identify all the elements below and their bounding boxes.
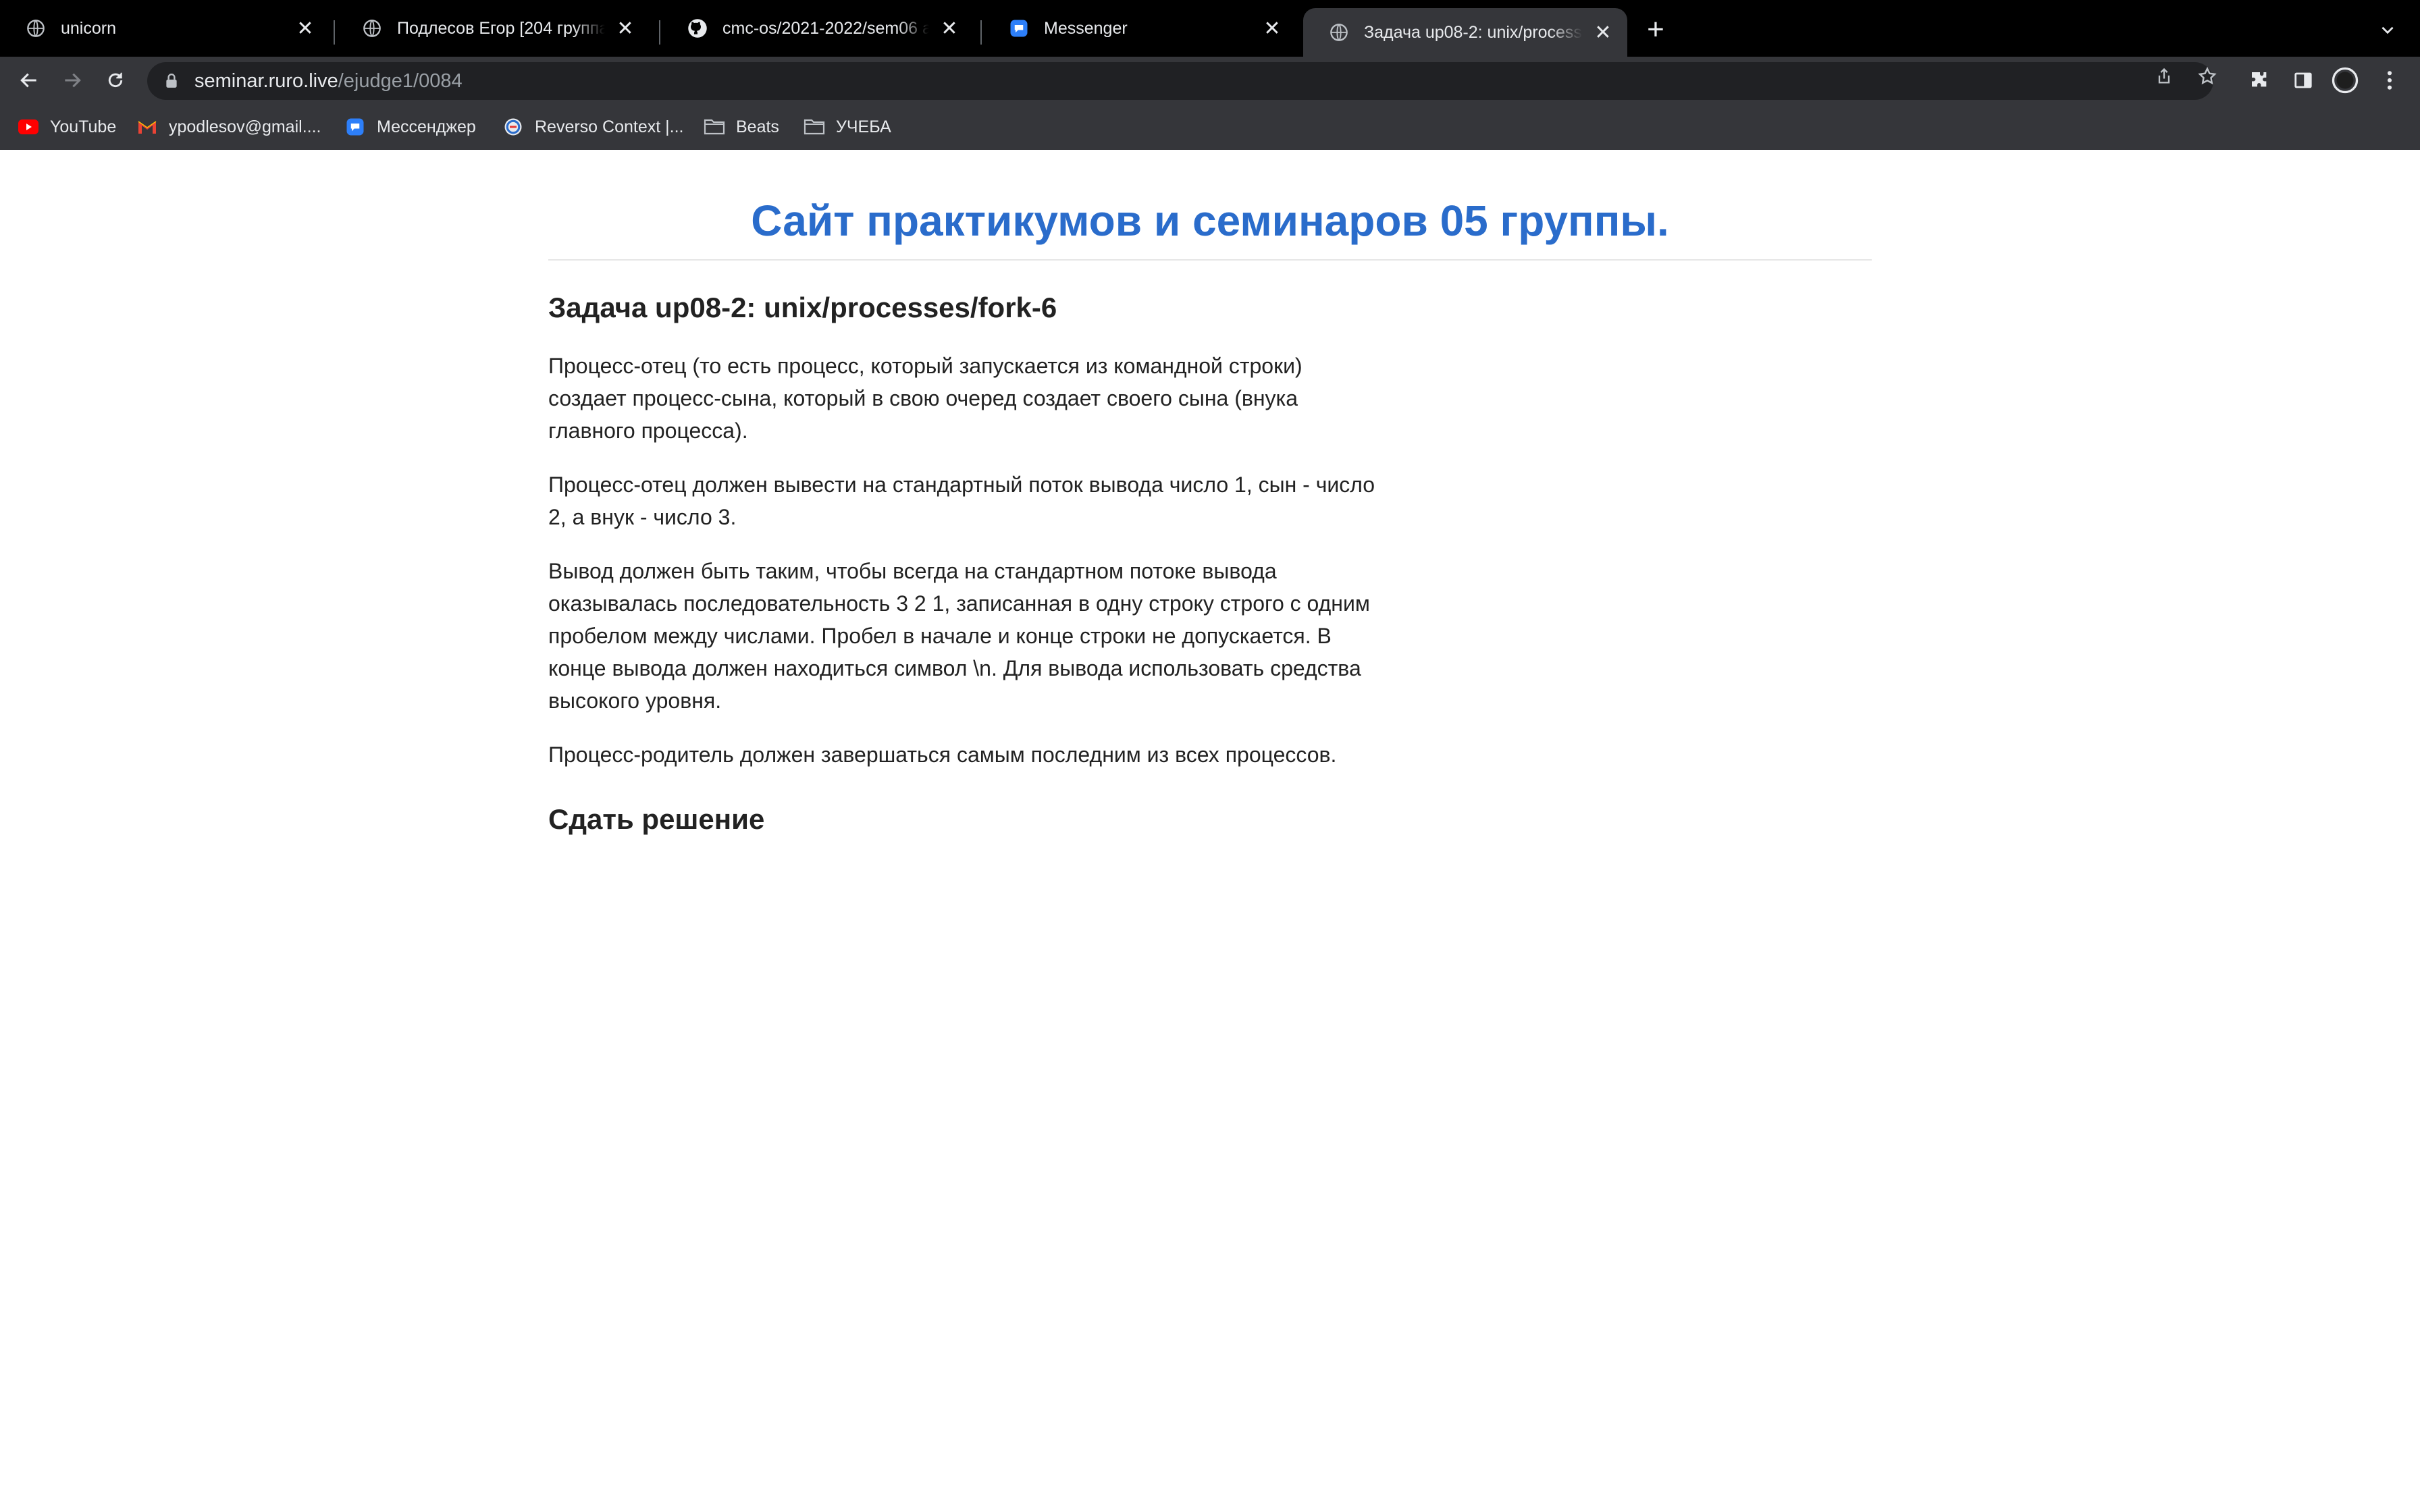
bookmark-label: Мессенджер: [377, 117, 476, 136]
folder-icon: [804, 116, 825, 138]
tab-podlesov[interactable]: Подлесов Егор [204 группа, З ✕: [336, 0, 650, 57]
share-icon[interactable]: [2153, 65, 2176, 88]
bookmark-folder-ucheba[interactable]: УЧЕБА: [804, 104, 891, 150]
tab-separator: [334, 20, 335, 45]
close-tab-icon[interactable]: ✕: [614, 18, 636, 40]
task-paragraph-1: Процесс-отец (то есть процесс, который з…: [548, 354, 1303, 443]
url-path: /ejudge1/0084: [338, 70, 463, 92]
extensions-puzzle-icon[interactable]: [2246, 66, 2274, 94]
forward-button[interactable]: [57, 65, 88, 96]
close-tab-icon[interactable]: ✕: [939, 18, 960, 40]
url-text: seminar.ruro.live/ejudge1/0084: [194, 70, 463, 92]
bookmark-star-icon[interactable]: [2196, 65, 2219, 88]
close-tab-icon[interactable]: ✕: [1592, 22, 1614, 44]
menu-kebab-icon[interactable]: [2375, 66, 2404, 94]
submit-solution-heading: Сдать решение: [548, 803, 765, 835]
bookmark-label: Beats: [736, 117, 779, 136]
globe-icon: [1329, 22, 1349, 43]
task-paragraph-3: Вывод должен быть таким, чтобы всегда на…: [548, 559, 1370, 713]
task-title: Задача up08-2: unix/processes/fork-6: [548, 292, 1057, 323]
reverso-icon: [502, 116, 524, 138]
tab-search-chevron-icon[interactable]: [2374, 16, 2401, 43]
url-host: seminar.ruro.live: [194, 70, 338, 92]
youtube-icon: [18, 116, 39, 138]
bookmarks-bar: YouTube ypodlesov@gmail.... Мессенджер R…: [0, 104, 2420, 151]
tab-title: Подлесов Егор [204 группа, З: [397, 18, 605, 38]
close-tab-icon[interactable]: ✕: [294, 18, 316, 40]
side-panel-icon[interactable]: [2289, 66, 2317, 94]
tab-title: cmc-os/2021-2022/sem06 at m: [722, 18, 929, 38]
tab-title: Messenger: [1044, 18, 1128, 38]
close-tab-icon[interactable]: ✕: [1261, 18, 1283, 40]
github-icon: [687, 18, 708, 38]
bookmark-label: Reverso Context |...: [535, 117, 684, 136]
browser-toolbar: seminar.ruro.live/ejudge1/0084: [0, 57, 2420, 104]
web-page: Сайт практикумов и семинаров 05 группы. …: [0, 150, 2420, 1512]
tab-strip: unicorn ✕ Подлесов Егор [204 группа, З ✕…: [0, 0, 2420, 57]
new-tab-button[interactable]: +: [1641, 13, 1671, 46]
bookmark-reverso[interactable]: Reverso Context |...: [502, 104, 683, 150]
tab-title: unicorn: [61, 18, 116, 38]
tab-messenger[interactable]: Messenger ✕: [983, 0, 1296, 57]
folder-icon: [704, 116, 725, 138]
gmail-icon: [136, 116, 158, 138]
bookmark-folder-beats[interactable]: Beats: [704, 104, 779, 150]
title-divider: [548, 259, 1872, 261]
messenger-icon: [344, 116, 366, 138]
bookmark-label: УЧЕБА: [836, 117, 891, 136]
messenger-icon: [1009, 18, 1029, 38]
tab-separator: [980, 20, 982, 45]
lock-icon[interactable]: [162, 72, 181, 90]
bookmark-gmail[interactable]: ypodlesov@gmail....: [136, 104, 321, 150]
task-paragraph-4: Процесс-родитель должен завершаться самы…: [548, 742, 1337, 767]
tab-title: Задача up08-2: unix/processe: [1364, 22, 1583, 42]
tab-cmc-os[interactable]: cmc-os/2021-2022/sem06 at m ✕: [662, 0, 974, 57]
back-button[interactable]: [14, 65, 45, 96]
bookmark-messenger[interactable]: Мессенджер: [344, 104, 476, 150]
globe-icon: [26, 18, 46, 38]
bookmark-label: ypodlesov@gmail....: [169, 117, 321, 136]
task-paragraph-2: Процесс-отец должен вывести на стандартн…: [548, 473, 1375, 529]
site-title: Сайт практикумов и семинаров 05 группы.: [751, 196, 1669, 245]
address-bar[interactable]: seminar.ruro.live/ejudge1/0084: [147, 62, 2213, 100]
bookmark-youtube[interactable]: YouTube: [18, 104, 116, 150]
bookmark-label: YouTube: [50, 117, 117, 136]
globe-icon: [362, 18, 382, 38]
tab-separator: [659, 20, 660, 45]
tab-task-active[interactable]: Задача up08-2: unix/processe ✕: [1303, 8, 1627, 57]
profile-avatar-icon[interactable]: [2331, 66, 2359, 94]
tab-unicorn[interactable]: unicorn ✕: [0, 0, 330, 57]
reload-button[interactable]: [100, 65, 131, 96]
